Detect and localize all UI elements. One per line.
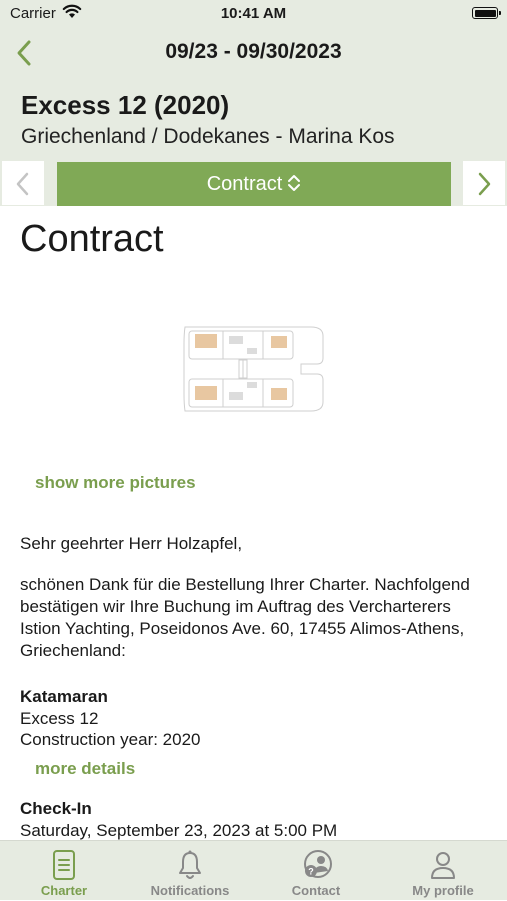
person-icon [431, 852, 455, 879]
tab-my-profile-label: My profile [412, 883, 474, 898]
more-details-link[interactable]: more details [35, 759, 135, 779]
tab-contact[interactable]: ? Contact [253, 841, 379, 901]
page-title: Contract [20, 218, 164, 260]
tab-contact-label: Contact [291, 883, 341, 898]
tab-notifications[interactable]: Notifications [127, 841, 253, 901]
tab-charter-label: Charter [40, 883, 88, 898]
contract-content: Contract show more pictures Sehr geehrte… [0, 206, 507, 840]
status-bar: Carrier 10:41 AM [0, 0, 507, 28]
clock: 10:41 AM [220, 5, 287, 22]
battery-icon [472, 7, 501, 19]
greeting-text: Sehr geehrter Herr Holzapfel, [20, 534, 243, 553]
date-range: 09/23 - 09/30/2023 [165, 40, 342, 63]
section-selector-label: Contract [206, 173, 283, 195]
boat-type-heading: Katamaran [20, 687, 108, 706]
intro-text: schönen Dank für die Bestellung Ihrer Ch… [20, 575, 470, 660]
support-icon: ? [304, 850, 332, 878]
section-tabbar: Contract [0, 160, 507, 206]
bottom-navigation: Charter Notifications ? Contact My profi… [0, 840, 507, 900]
boat-location: Griechenland / Dodekanes - Marina Kos [21, 125, 395, 148]
next-section-button[interactable] [463, 161, 505, 205]
document-icon [53, 850, 75, 880]
checkin-datetime: Saturday, September 23, 2023 at 5:00 PM [20, 821, 338, 840]
tab-my-profile[interactable]: My profile [380, 841, 506, 901]
chevron-left-icon [16, 172, 29, 196]
header: 09/23 - 09/30/2023 Excess 12 (2020) Grie… [0, 28, 507, 160]
boat-layout-image[interactable] [183, 324, 325, 414]
chevron-up-down-icon [288, 174, 301, 191]
svg-text:?: ? [308, 867, 314, 877]
boat-model: Excess 12 [20, 709, 99, 728]
previous-section-button[interactable] [2, 161, 44, 205]
show-more-pictures-link[interactable]: show more pictures [35, 473, 196, 493]
chevron-right-icon [478, 172, 491, 196]
checkin-heading: Check-In [20, 799, 92, 818]
bell-icon [179, 850, 201, 879]
construction-year: Construction year: 2020 [20, 730, 201, 749]
tab-charter[interactable]: Charter [1, 841, 127, 901]
boat-title: Excess 12 (2020) [21, 90, 230, 120]
section-selector[interactable]: Contract [57, 162, 451, 206]
tab-notifications-label: Notifications [150, 883, 230, 898]
